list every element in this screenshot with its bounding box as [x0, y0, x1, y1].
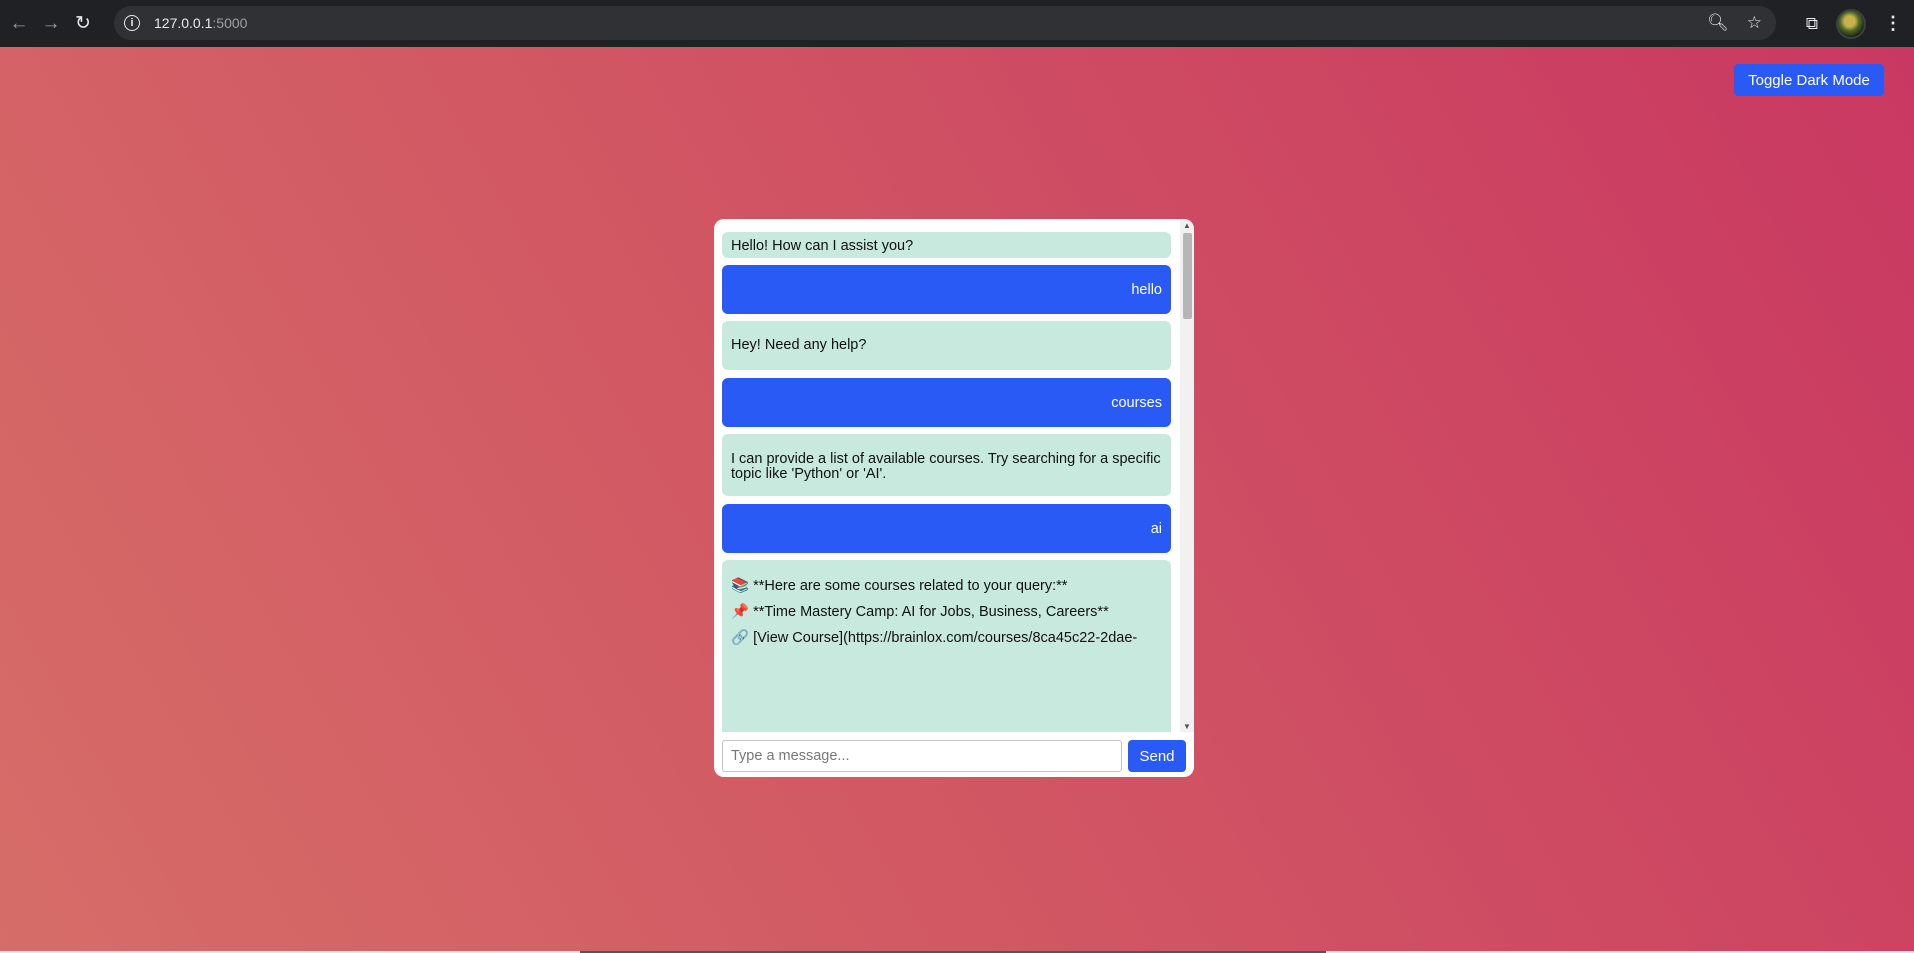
scrollbar-thumb[interactable] [1183, 233, 1192, 319]
bot-message: Hey! Need any help? [722, 321, 1171, 370]
extensions-icon[interactable]: ⧉ [1806, 14, 1818, 34]
message-line: 🔗 [View Course](https://brainlox.com/cou… [731, 630, 1138, 646]
bot-message: I can provide a list of available course… [722, 434, 1171, 496]
chat-input-row: Send [714, 732, 1194, 777]
chat-scrollbar[interactable]: ▲ ▼ [1180, 219, 1194, 732]
site-info-icon[interactable]: i [124, 15, 140, 31]
chat-container: Hello! How can I assist you? hello Hey! … [714, 219, 1194, 777]
arrow-right-icon: → [41, 12, 61, 34]
user-message: ai [722, 504, 1171, 553]
url-host: 127.0.0.1 [154, 15, 213, 31]
message-input[interactable] [722, 740, 1122, 772]
scroll-down-icon[interactable]: ▼ [1180, 720, 1194, 732]
message-text: Hello! How can I assist you? [731, 238, 914, 254]
forward-button[interactable]: → [38, 11, 64, 37]
bot-message: Hello! How can I assist you? [722, 232, 1171, 258]
message-text: hello [1131, 282, 1162, 298]
user-message: courses [722, 378, 1171, 427]
zoom-icon[interactable]: 🔍︎ [1707, 13, 1729, 33]
bot-message: 📚 **Here are some courses related to you… [722, 560, 1171, 732]
reload-button[interactable]: ↻ [70, 11, 96, 37]
send-button[interactable]: Send [1128, 740, 1186, 772]
url-port: :5000 [212, 15, 248, 31]
message-line: 📚 **Here are some courses related to you… [731, 578, 1068, 594]
message-text: ai [1150, 521, 1162, 537]
reload-icon: ↻ [75, 13, 91, 34]
user-message: hello [722, 265, 1171, 314]
address-bar[interactable]: i 127.0.0.1:5000 🔍︎ ☆ [114, 6, 1776, 40]
browser-toolbar: ← → ↻ i 127.0.0.1:5000 🔍︎ ☆ ⧉ ⋮ [0, 0, 1914, 47]
page-background: Toggle Dark Mode Hello! How can I assist… [0, 47, 1914, 953]
message-line: 📌 **Time Mastery Camp: AI for Jobs, Busi… [731, 604, 1109, 620]
arrow-left-icon: ← [9, 12, 29, 34]
chat-messages[interactable]: Hello! How can I assist you? hello Hey! … [714, 219, 1180, 732]
toggle-dark-mode-button[interactable]: Toggle Dark Mode [1734, 64, 1884, 96]
profile-avatar[interactable] [1836, 8, 1866, 39]
message-text: I can provide a list of available course… [731, 451, 1161, 482]
scroll-up-icon[interactable]: ▲ [1180, 219, 1194, 231]
bookmark-star-icon[interactable]: ☆ [1747, 13, 1762, 33]
back-button[interactable]: ← [6, 11, 32, 37]
message-text: courses [1111, 395, 1162, 411]
message-text: Hey! Need any help? [731, 337, 867, 353]
url-text[interactable]: 127.0.0.1:5000 [154, 15, 247, 31]
more-menu-icon[interactable]: ⋮ [1884, 13, 1902, 34]
